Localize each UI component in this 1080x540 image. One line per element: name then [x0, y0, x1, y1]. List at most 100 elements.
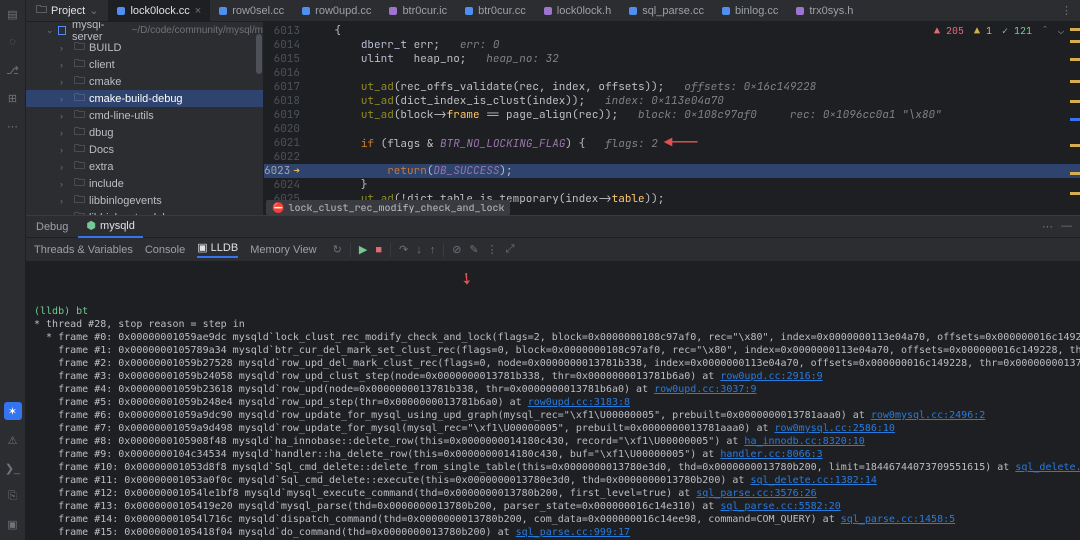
structure-icon[interactable]: ⊞	[5, 90, 21, 106]
editor-tab[interactable]: row0upd.cc	[293, 0, 380, 22]
console-line: frame #7: 0x00000001059a9d498 mysqld`row…	[34, 422, 1072, 435]
chevron-right-icon: ›	[60, 162, 70, 172]
code-line[interactable]: 6017 ut_ad(rec_offs_validate(rec, index,…	[264, 80, 1080, 94]
code-line[interactable]: 6024 }	[264, 178, 1080, 192]
code-line[interactable]: 6014 dberr_t err; err: 0	[264, 38, 1080, 52]
gutter[interactable]: 6024	[264, 178, 308, 192]
chevron-down-icon[interactable]: ⌄	[1058, 24, 1064, 37]
tree-folder[interactable]: ›🗀libbinlogevents	[26, 192, 263, 209]
ok-count: ✓ 121	[1002, 24, 1032, 37]
source-link[interactable]: sql_delete.cc:1382:14	[750, 475, 876, 486]
pencil-icon[interactable]: ✎	[469, 243, 478, 256]
close-icon[interactable]: ×	[195, 5, 201, 17]
tree-root[interactable]: ⌄ mysql-server ~/D/code/community/mysql/…	[26, 22, 263, 39]
editor-tab[interactable]: sql_parse.cc	[620, 0, 713, 22]
source-link[interactable]: sql_parse.cc:1458:5	[841, 514, 955, 525]
gutter[interactable]: 6016	[264, 66, 308, 80]
code-editor[interactable]: ▲ 205 ▲ 1 ✓ 121 ˆ ⌄ 6013	[264, 22, 1080, 215]
code-line[interactable]: 6018 ut_ad(dict_index_is_clust(index)); …	[264, 94, 1080, 108]
tree-folder[interactable]: ›🗀libbinlogstandalone	[26, 209, 263, 215]
source-link[interactable]: handler.cc:8066:3	[720, 449, 822, 460]
ai-icon[interactable]: ✶	[4, 402, 22, 420]
more-actions-icon[interactable]: ⋮	[487, 243, 498, 256]
project-dropdown[interactable]: 🗀 Project ⌄	[26, 1, 108, 20]
editor-tab[interactable]: trx0sys.h	[787, 0, 862, 22]
function-banner[interactable]: ⛔ lock_clust_rec_modify_check_and_lock	[266, 200, 510, 215]
source-link[interactable]: row0mysql.cc:2586:10	[775, 423, 895, 434]
console-line: frame #4: 0x00000001059b23618 mysqld`row…	[34, 383, 1072, 396]
view-memory[interactable]: Memory View	[250, 244, 316, 256]
editor-tab[interactable]: row0sel.cc	[210, 0, 293, 22]
step-into-icon[interactable]: ↓	[416, 244, 422, 256]
tree-folder[interactable]: ›🗀cmake-build-debug	[26, 90, 263, 107]
tree-folder[interactable]: ›🗀dbug	[26, 124, 263, 141]
gutter[interactable]: 6019	[264, 108, 308, 122]
tab-label: btr0cur.cc	[478, 5, 526, 17]
tree-folder[interactable]: ›🗀include	[26, 175, 263, 192]
gutter[interactable]: 6022	[264, 150, 308, 164]
minimize-icon[interactable]: ⋯	[1042, 220, 1053, 233]
stop-icon[interactable]: ■	[375, 244, 382, 256]
view-lldb[interactable]: ▣ LLDB	[197, 241, 238, 258]
tree-folder[interactable]: ›🗀BUILD	[26, 39, 263, 56]
tabs-overflow-icon[interactable]: ⋮	[1053, 4, 1080, 17]
code-line[interactable]: 6022	[264, 150, 1080, 164]
tree-scrollbar[interactable]	[256, 22, 262, 215]
step-out-icon[interactable]: ↑	[430, 244, 436, 256]
gutter[interactable]: 6013	[264, 24, 308, 38]
code-line[interactable]: 6016	[264, 66, 1080, 80]
code-line[interactable]: 6015 ulint heap_no; heap_no: 32	[264, 52, 1080, 66]
evaluate-icon[interactable]: ⊘	[452, 243, 461, 256]
editor-tab[interactable]: lock0lock.cc×	[108, 0, 210, 22]
source-link[interactable]: sql_parse.cc:999:17	[516, 527, 630, 538]
branches-icon[interactable]: ⎇	[5, 62, 21, 78]
gutter[interactable]: 6014	[264, 38, 308, 52]
source-link[interactable]: row0upd.cc:3037:9	[654, 384, 756, 395]
lldb-console[interactable]: ➘ (lldb) bt* thread #28, stop reason = s…	[26, 262, 1080, 540]
editor-minimap[interactable]	[1070, 22, 1080, 215]
expand-icon[interactable]: ⤢	[506, 243, 515, 256]
chevron-up-icon[interactable]: ˆ	[1042, 24, 1048, 37]
code-line[interactable]: 6021 if (flags & BTR_NO_LOCKING_FLAG) { …	[264, 136, 1080, 150]
source-link[interactable]: sql_parse.cc:5582:20	[720, 501, 840, 512]
source-link[interactable]: row0upd.cc:2916:9	[720, 371, 822, 382]
source-link[interactable]: row0mysql.cc:2496:2	[871, 410, 985, 421]
tree-folder[interactable]: ›🗀extra	[26, 158, 263, 175]
gutter[interactable]: 6023➔	[264, 164, 308, 178]
step-over-icon[interactable]: ↷	[399, 243, 408, 256]
more-tool-icon[interactable]: ⋯	[5, 118, 21, 134]
editor-inspection-status[interactable]: ▲ 205 ▲ 1 ✓ 121 ˆ ⌄	[934, 24, 1064, 37]
gutter[interactable]: 6018	[264, 94, 308, 108]
gutter[interactable]: 6015	[264, 52, 308, 66]
editor-tab[interactable]: btr0cur.ic	[380, 0, 456, 22]
source-link[interactable]: row0upd.cc:3183:8	[528, 397, 630, 408]
commit-icon[interactable]: ◌	[5, 34, 21, 50]
restart-icon[interactable]: ↻	[333, 243, 342, 256]
code-line[interactable]: 6019 ut_ad(block->frame == page_align(re…	[264, 108, 1080, 122]
resume-icon[interactable]: ▶	[359, 243, 367, 256]
editor-tab[interactable]: btr0cur.cc	[456, 0, 535, 22]
file-icon	[219, 7, 227, 15]
view-console[interactable]: Console	[145, 244, 185, 256]
hide-icon[interactable]: —	[1061, 220, 1072, 233]
gutter[interactable]: 6017	[264, 80, 308, 94]
source-link[interactable]: ha_innodb.cc:8320:10	[744, 436, 864, 447]
debug-session-tab[interactable]: ⬢ mysqld	[78, 216, 142, 238]
tree-folder[interactable]: ›🗀cmake	[26, 73, 263, 90]
view-threads[interactable]: Threads & Variables	[34, 244, 133, 256]
tree-folder[interactable]: ›🗀client	[26, 56, 263, 73]
editor-tab[interactable]: binlog.cc	[713, 0, 787, 22]
tree-folder[interactable]: ›🗀Docs	[26, 141, 263, 158]
box-icon[interactable]: ▣	[5, 516, 21, 532]
source-link[interactable]: sql_delete.cc:468:35	[1015, 462, 1080, 473]
tree-folder[interactable]: ›🗀cmd-line-utils	[26, 107, 263, 124]
terminal-icon[interactable]: ❯_	[5, 460, 21, 476]
gutter[interactable]: 6020	[264, 122, 308, 136]
source-link[interactable]: sql_parse.cc:3576:26	[696, 488, 816, 499]
gutter[interactable]: 6021	[264, 136, 308, 150]
project-icon[interactable]: ▤	[5, 6, 21, 22]
warnings-icon[interactable]: ⚠	[5, 432, 21, 448]
code-line[interactable]: 6023➔ return(DB_SUCCESS);	[264, 164, 1080, 178]
editor-tab[interactable]: lock0lock.h	[535, 0, 620, 22]
git-icon[interactable]: ⎘	[5, 488, 21, 504]
